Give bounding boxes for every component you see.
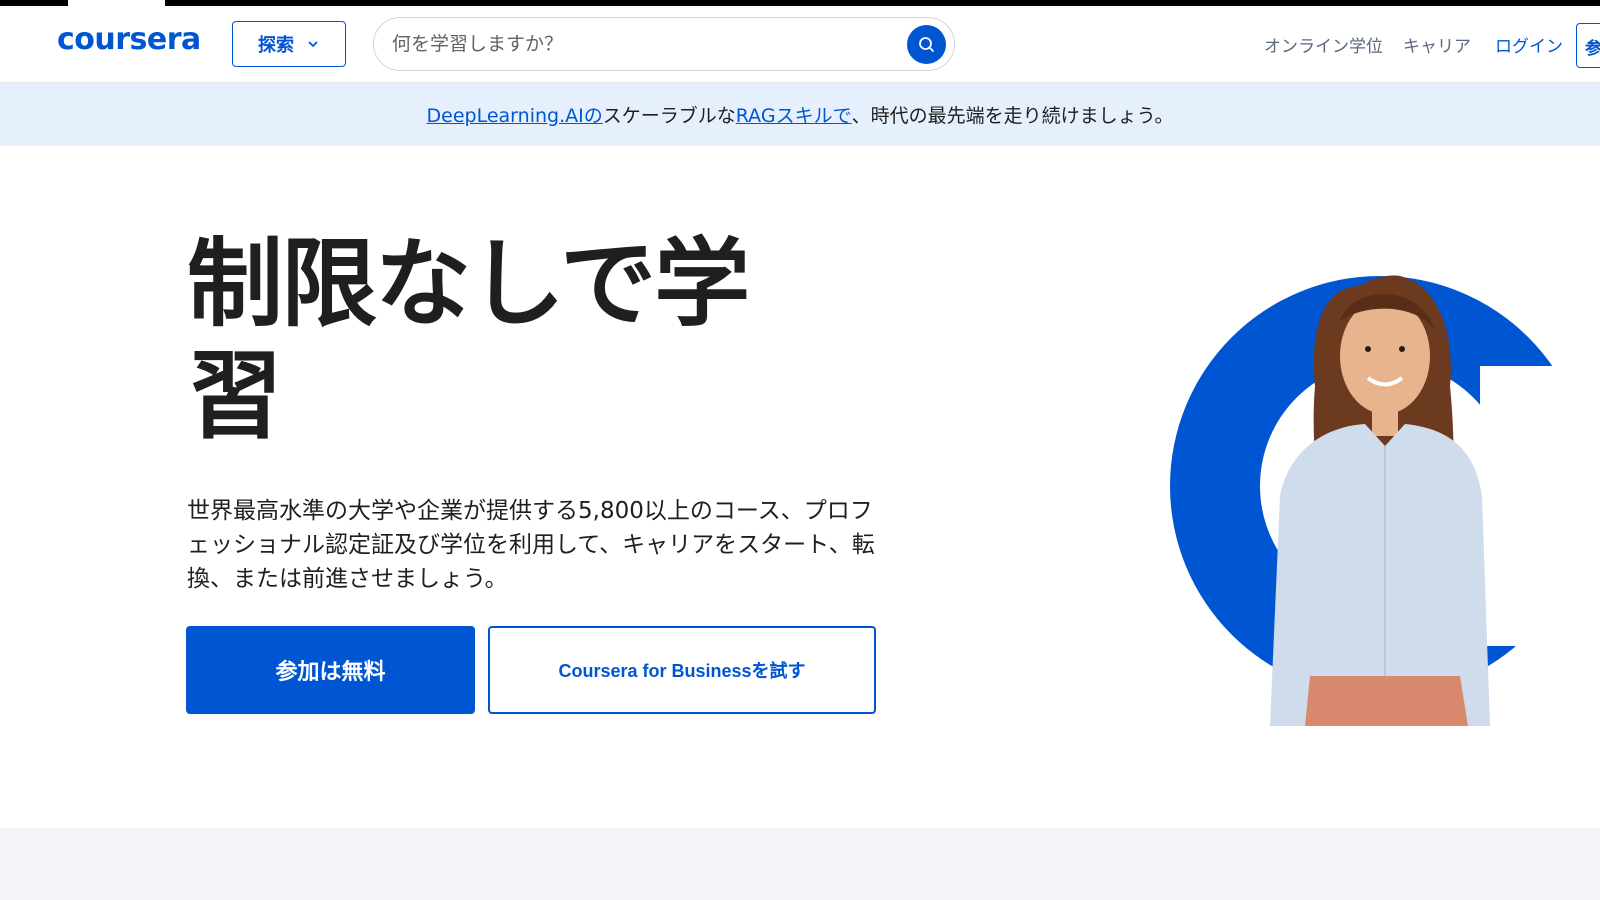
hero-image (1170, 275, 1600, 726)
nav-online-degrees[interactable]: オンライン学位 (1264, 32, 1383, 57)
nav-careers[interactable]: キャリア (1403, 32, 1471, 57)
banner-link-deeplearning[interactable]: DeepLearning.AIの (427, 101, 603, 128)
chevron-down-icon (308, 41, 318, 48)
join-button[interactable]: 参 (1576, 23, 1600, 68)
search-button[interactable] (907, 25, 946, 64)
hero-title: 制限なしで学習 (187, 228, 750, 452)
promo-banner: DeepLearning.AIの スケーラブルな RAGスキルで 、時代の最先端… (0, 83, 1600, 146)
login-link[interactable]: ログイン (1495, 32, 1563, 57)
explore-button[interactable]: 探索 (232, 21, 346, 67)
banner-link-rag[interactable]: RAGスキルで (736, 101, 852, 128)
search-icon (918, 36, 934, 52)
search-bar (373, 17, 955, 71)
explore-label: 探索 (258, 35, 294, 56)
coursera-logo[interactable]: coursera (57, 22, 201, 57)
next-section-band (0, 828, 1600, 900)
banner-text-1: スケーラブルな (602, 105, 736, 127)
join-free-button[interactable]: 参加は無料 (186, 626, 475, 714)
header: coursera 探索 オンライン学位 キャリア ログイン 参 (0, 6, 1600, 83)
hero-description: 世界最高水準の大学や企業が提供する5,800以上のコース、プロフェッショナル認定… (187, 498, 875, 592)
banner-text-2: 、時代の最先端を走り続けましょう。 (851, 105, 1174, 127)
search-input[interactable] (392, 28, 872, 60)
try-business-button[interactable]: Coursera for Businessを試す (488, 626, 876, 714)
